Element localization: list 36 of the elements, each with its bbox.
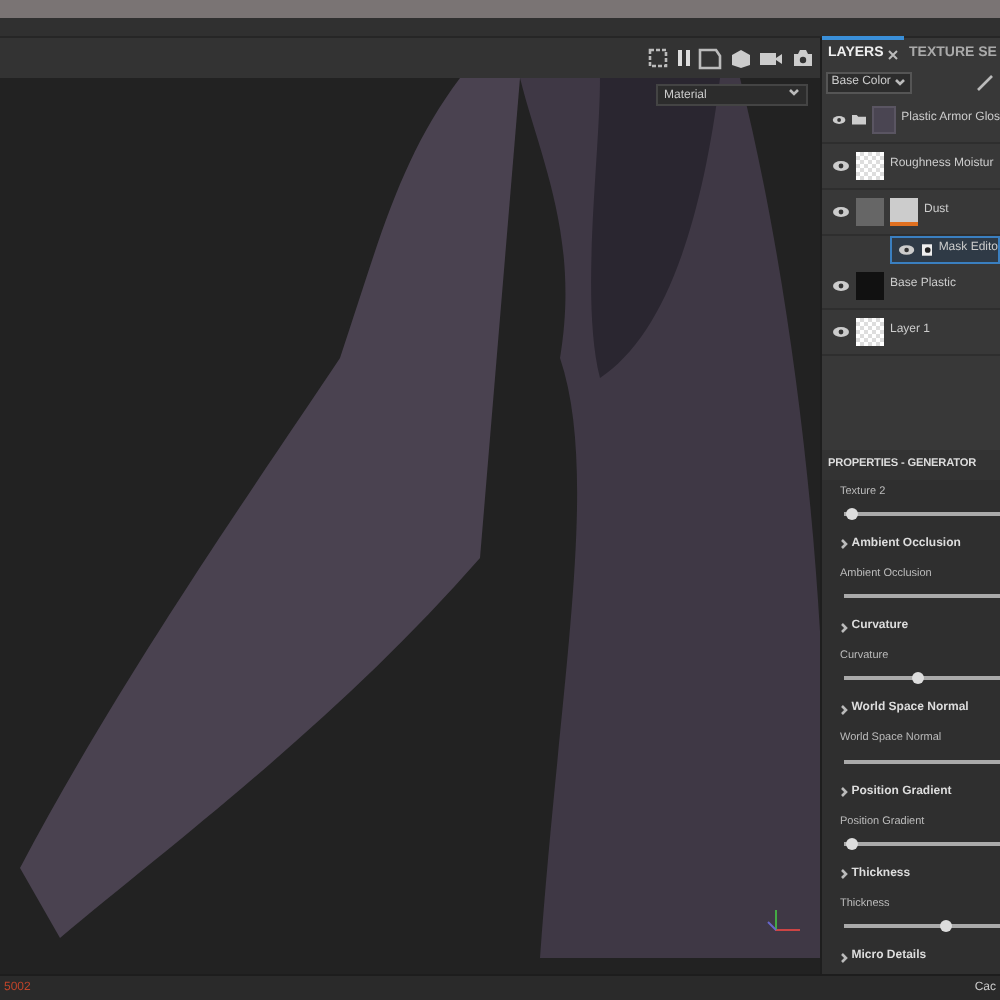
chevron-icon	[840, 538, 848, 551]
layer-thumbnail	[856, 271, 884, 299]
eye-icon[interactable]	[832, 113, 847, 125]
slider-thumb[interactable]	[845, 837, 858, 850]
grid-toggle-icon[interactable]	[648, 48, 668, 68]
slider-thumb[interactable]	[912, 672, 925, 685]
caret-icon	[894, 76, 907, 89]
pause-icon[interactable]	[675, 48, 691, 68]
eye-icon[interactable]	[898, 243, 916, 255]
slider-track[interactable]	[844, 511, 1000, 516]
slider-thumb[interactable]	[939, 920, 952, 932]
cube-icon[interactable]	[729, 47, 751, 69]
slider-track[interactable]	[844, 676, 1000, 681]
chevron-icon	[840, 621, 848, 633]
slider-track[interactable]	[844, 841, 1000, 846]
mask-thumbnail	[890, 197, 918, 225]
eye-icon[interactable]	[832, 325, 850, 337]
slider-thumb[interactable]	[845, 507, 858, 520]
caret-icon	[788, 86, 800, 98]
frame-icon[interactable]	[698, 47, 722, 69]
video-camera-icon[interactable]	[758, 49, 784, 67]
eye-icon[interactable]	[832, 279, 850, 291]
folder-icon	[852, 112, 867, 126]
layer-thumbnail	[856, 317, 884, 345]
eye-icon[interactable]	[832, 205, 850, 217]
chevron-icon	[840, 951, 848, 963]
folder-thumbnail	[872, 105, 896, 133]
camera-icon[interactable]	[791, 48, 813, 68]
eye-icon[interactable]	[832, 159, 850, 171]
chevron-icon	[840, 868, 848, 881]
close-icon[interactable]	[887, 50, 898, 60]
layer-thumbnail	[856, 197, 884, 225]
mask-icon	[921, 243, 933, 255]
chevron-icon	[840, 703, 848, 716]
layer-thumbnail	[856, 151, 884, 179]
chevron-icon	[840, 786, 848, 798]
